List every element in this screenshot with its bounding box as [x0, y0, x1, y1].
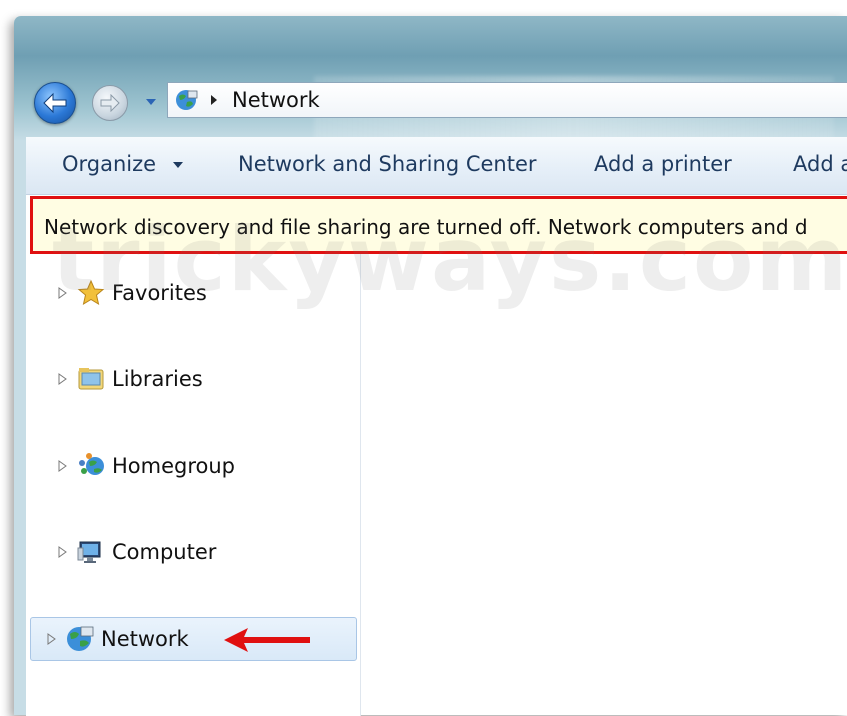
add-printer-button[interactable]: Add a printer [594, 152, 732, 176]
network-globe-icon [176, 90, 198, 110]
network-sharing-center-button[interactable]: Network and Sharing Center [238, 152, 537, 176]
library-icon [78, 368, 104, 390]
red-arrow-annotation [224, 628, 310, 652]
forward-arrow-icon [100, 94, 120, 112]
breadcrumb-location[interactable]: Network [232, 88, 320, 112]
network-globe-icon [67, 626, 94, 651]
organize-label: Organize [62, 152, 157, 176]
sidebar-item-homegroup[interactable]: Homegroup [26, 444, 372, 488]
recent-pages-dropdown[interactable] [145, 96, 157, 108]
sidebar-item-libraries[interactable]: Libraries [26, 357, 372, 401]
expand-arrow-icon[interactable] [58, 546, 68, 558]
sidebar-item-label: Network [101, 627, 189, 651]
forward-button[interactable] [92, 85, 128, 121]
expand-arrow-icon[interactable] [58, 373, 68, 385]
chevron-down-icon [146, 99, 156, 105]
sidebar-item-label: Computer [112, 540, 217, 564]
watermark: trickyways.com [52, 208, 847, 311]
back-arrow-icon [43, 92, 67, 114]
computer-icon [77, 541, 101, 563]
breadcrumb-arrow-icon[interactable] [210, 95, 218, 105]
sidebar-item-label: Homegroup [112, 454, 236, 478]
organize-menu[interactable]: Organize [62, 152, 183, 176]
sidebar-item-label: Libraries [112, 367, 203, 391]
sidebar-item-computer[interactable]: Computer [26, 530, 372, 574]
homegroup-icon [79, 453, 104, 475]
expand-arrow-icon[interactable] [58, 460, 68, 472]
add-device-button[interactable]: Add a [793, 152, 847, 176]
chevron-down-icon [172, 162, 183, 168]
address-bar[interactable]: Network [167, 82, 847, 118]
command-bar: Organize Network and Sharing Center Add … [26, 137, 847, 195]
expand-arrow-icon[interactable] [47, 633, 57, 645]
back-button[interactable] [34, 82, 76, 124]
